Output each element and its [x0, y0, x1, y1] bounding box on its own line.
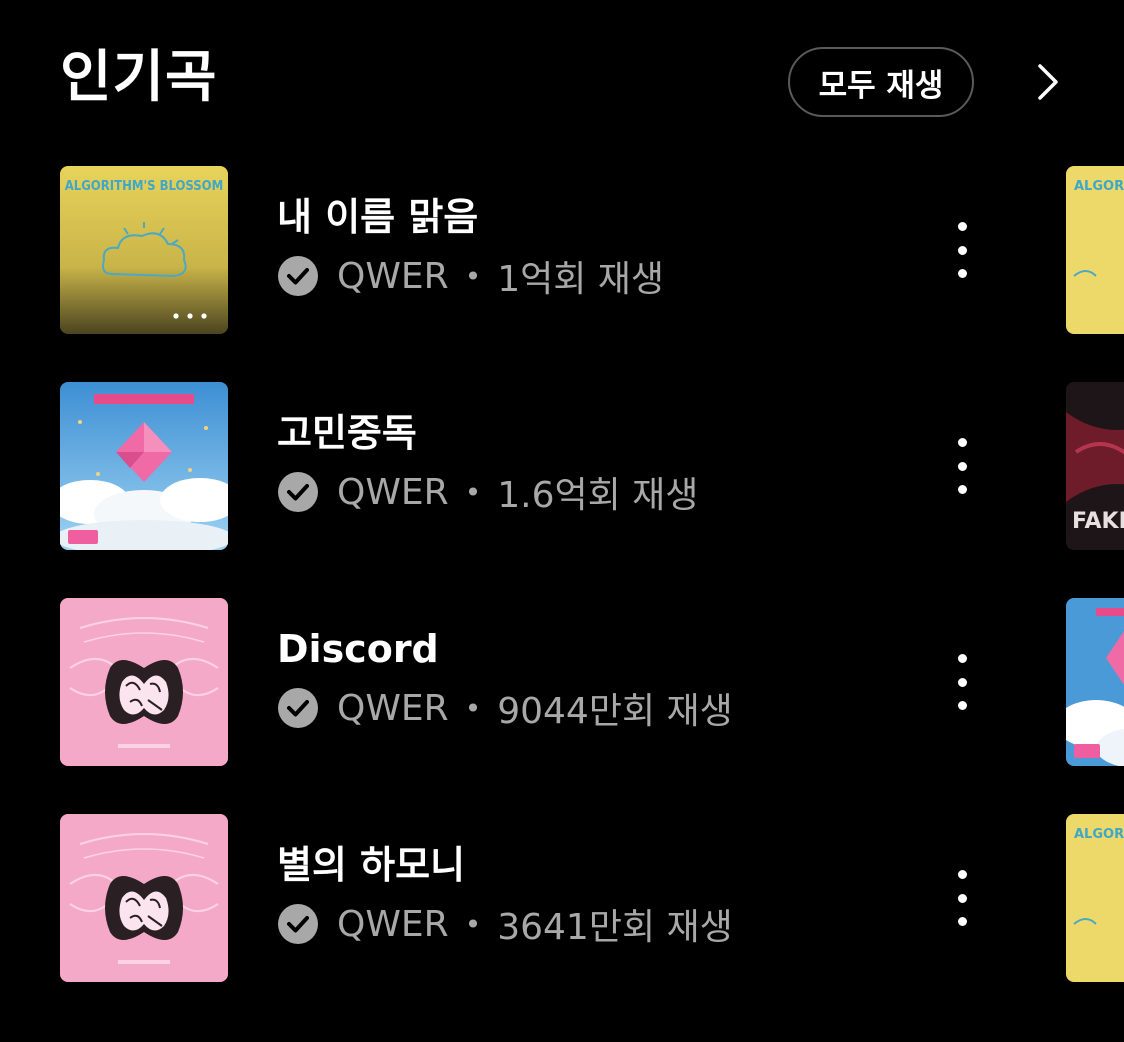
check-circle-icon [278, 904, 318, 944]
more-vertical-icon[interactable] [940, 438, 984, 494]
section-header: 인기곡 모두 재생 [0, 0, 1124, 150]
next-page-cover[interactable] [1066, 598, 1124, 766]
artist-name[interactable]: QWER [337, 472, 449, 513]
next-page-cover[interactable]: FAKE [1066, 382, 1124, 550]
more-vertical-icon[interactable] [940, 222, 984, 278]
song-meta: QWER • 1.6억회 재생 [277, 470, 698, 516]
album-cover[interactable] [60, 814, 228, 982]
section-title: 인기곡 [60, 45, 218, 110]
meta-separator: • [464, 691, 482, 725]
play-count: 3641만회 재생 [497, 907, 733, 948]
play-all-button[interactable]: 모두 재생 [788, 47, 974, 117]
artist-name[interactable]: QWER [337, 256, 449, 297]
album-cover[interactable] [60, 598, 228, 766]
meta-separator: • [464, 475, 482, 509]
album-cover[interactable] [60, 382, 228, 550]
song-row[interactable]: ALGORITHM'S BLOSSOM 내 이름 맑음 QWER • 1억회 재… [0, 166, 1124, 334]
song-row[interactable]: 고민중독 QWER • 1.6억회 재생 FAKE [0, 382, 1124, 550]
song-title[interactable]: Discord [277, 630, 439, 668]
peek-cover-text: ALGORIT [1074, 179, 1124, 194]
cover-title-text: ALGORITHM'S BLOSSOM [65, 179, 224, 194]
song-title[interactable]: 내 이름 맑음 [277, 198, 478, 236]
chevron-right-icon[interactable] [1030, 62, 1066, 102]
more-vertical-icon[interactable] [940, 654, 984, 710]
album-cover[interactable]: ALGORITHM'S BLOSSOM [60, 166, 228, 334]
check-circle-icon [278, 472, 318, 512]
song-meta: QWER • 3641만회 재생 [277, 902, 733, 948]
song-row[interactable]: 별의 하모니 QWER • 3641만회 재생 ALGORIT [0, 814, 1124, 982]
peek-cover-text: ALGORIT [1074, 827, 1124, 842]
check-circle-icon [278, 688, 318, 728]
play-count: 9044만회 재생 [497, 691, 733, 732]
song-meta: QWER • 1억회 재생 [277, 254, 664, 300]
song-title[interactable]: 별의 하모니 [277, 846, 465, 884]
song-meta: QWER • 9044만회 재생 [277, 686, 733, 732]
meta-separator: • [464, 259, 482, 293]
song-title[interactable]: 고민중독 [277, 414, 417, 452]
more-vertical-icon[interactable] [940, 870, 984, 926]
peek-cover-text: FAKE [1072, 509, 1124, 534]
meta-separator: • [464, 907, 482, 941]
artist-name[interactable]: QWER [337, 688, 449, 729]
play-count: 1.6억회 재생 [497, 475, 699, 516]
artist-name[interactable]: QWER [337, 904, 449, 945]
next-page-cover[interactable]: ALGORIT [1066, 814, 1124, 982]
check-circle-icon [278, 256, 318, 296]
next-page-cover[interactable]: ALGORIT [1066, 166, 1124, 334]
song-row[interactable]: Discord QWER • 9044만회 재생 [0, 598, 1124, 766]
play-count: 1억회 재생 [497, 259, 665, 300]
